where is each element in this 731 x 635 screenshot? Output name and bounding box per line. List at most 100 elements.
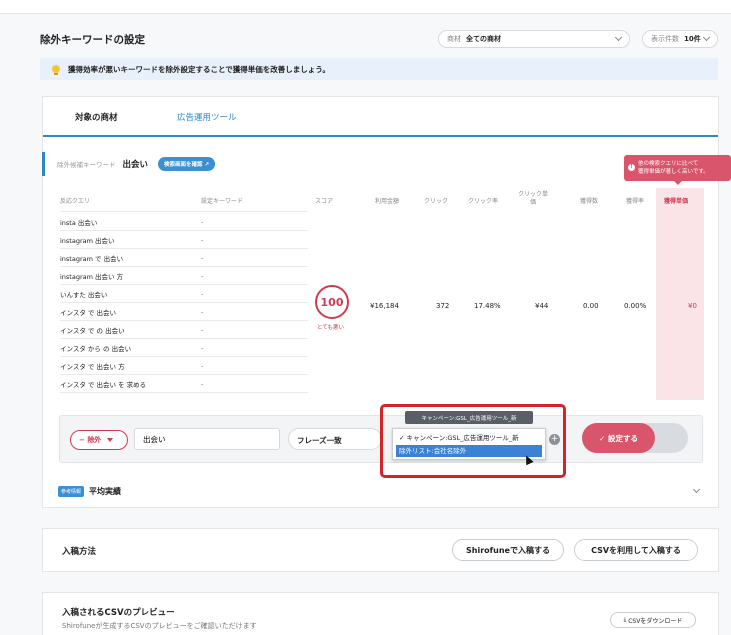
average-results-label: 平均実績 <box>89 487 122 496</box>
header-query: 反応クエリ <box>60 198 91 205</box>
query-text: インスタ で の 出会い <box>60 326 125 335</box>
metric-cpa: ¥0 <box>688 302 697 310</box>
tab-target-material[interactable]: 対象の商材 <box>75 111 118 123</box>
table-row: インスタ で 出会い 方 - <box>60 357 308 375</box>
campaign-listbox[interactable]: ✓ キャンペーン:GSL_広告運用ツール_新 除外リスト:会社名除外 <box>392 428 546 460</box>
top-bar <box>0 0 731 14</box>
query-text: インスタ から の 出会い <box>60 344 132 353</box>
search-screen-button-label: 検索画面を確認 <box>164 162 203 168</box>
header-conversions: 獲得数 <box>580 198 599 205</box>
query-text: instagram 出会い <box>60 236 115 245</box>
query-text: インスタ で 出会い 方 <box>60 362 125 371</box>
table-row: instagram で 出会い - <box>60 249 308 267</box>
header-cpc-line-1: クリック単 <box>518 191 549 198</box>
set-button-label: 設定する <box>607 433 638 443</box>
tab-bar: 対象の商材 広告運用ツール <box>43 97 718 137</box>
exclude-type-select[interactable]: − 除外 <box>70 430 128 450</box>
header-cvr: 獲得率 <box>626 198 645 205</box>
query-text: いんすた 出会い <box>60 290 108 299</box>
metric-ctr: 17.48% <box>474 302 501 310</box>
submission-title: 入稿方法 <box>62 547 97 557</box>
set-keyword-text: - <box>201 253 204 262</box>
csv-download-button[interactable]: ⤓ CSVをダウンロード <box>610 612 696 628</box>
header-score: スコア <box>315 198 334 205</box>
add-circle-icon[interactable]: + <box>549 434 560 445</box>
material-filter-label: 商材 <box>447 35 461 43</box>
metric-cpc: ¥44 <box>535 302 549 310</box>
header-cpa: 獲得単価 <box>664 198 689 205</box>
display-count-value: 10件 <box>684 35 701 43</box>
csv-preview-subtitle: Shirofuneが生成するCSVのプレビューをご確認いただけます <box>62 622 257 630</box>
table-row: instagram 出会い 方 - <box>60 267 308 285</box>
lightbulb-icon <box>52 65 60 75</box>
metric-clicks: 372 <box>436 302 450 310</box>
alert-icon: ! <box>628 164 635 171</box>
score-badge: 100 <box>315 285 349 319</box>
search-screen-button[interactable]: 検索画面を確認 ↗ <box>158 157 216 171</box>
match-type-select[interactable]: フレーズ一致 <box>288 428 382 450</box>
notice-text: 獲得効率が悪いキーワードを除外設定することで獲得単価を改善しましょう。 <box>68 64 330 74</box>
set-keyword-text: - <box>201 343 204 352</box>
display-count-select[interactable]: 表示件数 10件 <box>642 30 718 48</box>
exclude-keyword-input[interactable] <box>134 428 280 450</box>
check-icon: ✓ <box>399 434 405 442</box>
query-text: instagram 出会い 方 <box>60 272 124 281</box>
header-ctr: クリック率 <box>468 198 499 205</box>
set-keyword-text: - <box>201 307 204 316</box>
tooltip-line-2: 獲得単価が著しく高いです。 <box>638 169 709 175</box>
set-keyword-text: - <box>201 361 204 370</box>
tab-ad-tool[interactable]: 広告運用ツール <box>177 111 237 123</box>
csv-preview-title: 入稿されるCSVのプレビュー <box>62 608 175 618</box>
keyword-row: 除外候補キーワード 出会い 検索画面を確認 ↗ <box>42 152 216 176</box>
reference-tag: 参考情報 <box>58 486 85 497</box>
info-notice: 獲得効率が悪いキーワードを除外設定することで獲得単価を改善しましょう。 <box>40 58 718 80</box>
query-text: インスタ で 出会い を 求める <box>60 380 147 389</box>
download-icon: ⤓ <box>623 616 627 623</box>
page-title: 除外キーワードの設定 <box>40 34 145 46</box>
metric-cvr: 0.00% <box>624 302 647 310</box>
keyword-value: 出会い <box>122 160 149 170</box>
metric-cost: ¥16,184 <box>370 302 399 310</box>
average-results-row[interactable]: 参考情報 平均実績 <box>58 486 121 497</box>
header-clicks: クリック <box>424 198 449 205</box>
table-row: いんすた 出会い - <box>60 285 308 303</box>
score-label: とても悪い <box>317 325 345 331</box>
query-text: インスタ で 出会い <box>60 308 117 317</box>
minus-icon: − <box>79 436 85 444</box>
table-row: インスタ で 出会い を 求める - <box>60 375 308 393</box>
table-row: insta 出会い - <box>60 213 308 231</box>
cpa-highlight-column <box>656 188 704 400</box>
check-icon: ✓ <box>599 433 606 443</box>
listbox-option-campaign[interactable]: ✓ キャンペーン:GSL_広告運用ツール_新 <box>396 432 542 444</box>
table-row: インスタ から の 出会い - <box>60 339 308 357</box>
csv-download-label: CSVをダウンロード <box>628 617 683 625</box>
keyword-label: 除外候補キーワード <box>57 161 116 169</box>
header-cpc-line-2: 価 <box>530 199 537 206</box>
option-label: キャンペーン:GSL_広告運用ツール_新 <box>406 434 519 442</box>
query-text: insta 出会い <box>60 218 98 227</box>
header-cost: 利用金額 <box>375 198 400 205</box>
header-set-keyword: 設定キーワード <box>201 198 244 205</box>
set-keyword-text: - <box>201 271 204 280</box>
query-text: instagram で 出会い <box>60 254 124 263</box>
chevron-down-icon <box>702 33 711 42</box>
set-keyword-text: - <box>201 379 204 388</box>
cpa-warning-tooltip: ! 他の検索クエリに比べて 獲得単価が著しく高いです。 <box>624 155 731 185</box>
tooltip-line-1: 他の検索クエリに比べて <box>638 161 699 167</box>
display-count-label: 表示件数 <box>651 35 679 43</box>
table-row: インスタ で 出会い - <box>60 303 308 321</box>
set-keyword-text: - <box>201 289 204 298</box>
caret-down-icon <box>107 438 114 442</box>
listbox-option-exclusion-list[interactable]: 除外リスト:会社名除外 <box>396 445 542 457</box>
csv-submit-button[interactable]: CSVを利用して入稿する <box>574 539 698 561</box>
campaign-tooltip: キャンペーン:GSL_広告運用ツール_新 <box>405 411 533 424</box>
set-button[interactable]: ✓ 設定する <box>582 423 655 453</box>
table-header-divider <box>60 211 308 212</box>
material-filter-select[interactable]: 商材 全ての商材 <box>438 30 630 48</box>
option-label: 除外リスト:会社名除外 <box>399 447 467 455</box>
material-filter-value: 全ての商材 <box>466 35 501 43</box>
table-row: インスタ で の 出会い - <box>60 321 308 339</box>
shirofune-submit-button[interactable]: Shirofuneで入稿する <box>452 539 564 561</box>
set-keyword-text: - <box>201 325 204 334</box>
exclude-type-label: 除外 <box>87 436 102 444</box>
